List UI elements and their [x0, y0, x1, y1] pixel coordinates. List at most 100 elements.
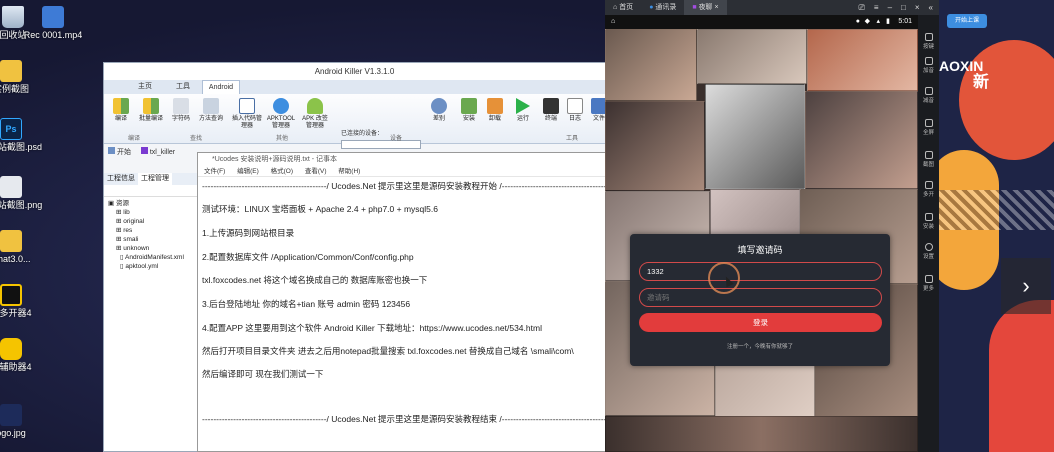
collapse-icon[interactable]: « [929, 3, 933, 13]
device-label: 已连接的设备： [341, 131, 384, 137]
tab-home[interactable]: 主页 [126, 80, 164, 94]
fullscreen-icon [924, 119, 933, 127]
desktop-icon-logo[interactable]: ogo.jpg [0, 404, 46, 439]
emulator-tab-bar: ⌂ 首页 ● 通讯录 ■ 夜聊 × ⎚ ≡ – □ × « [605, 0, 939, 15]
sidebar-volume-up-button[interactable]: 加音 [918, 57, 939, 74]
emulator-sidebar: 按键 加音 减音 全屏 截图 多开 安装 设置 更多 [918, 15, 939, 452]
insert-code-manager-button[interactable]: 插入代码管理器 [232, 98, 262, 130]
string-code-button[interactable]: 字符码 [166, 98, 196, 123]
method-query-button[interactable]: 方法查询 [196, 98, 226, 123]
keyboard-icon [924, 33, 933, 41]
tab-project-manage[interactable]: 工程管理 [138, 173, 172, 185]
button-label: 日志 [568, 116, 581, 122]
invite-code-dialog: 填写邀请码 登录 注册一个，今晚有你就够了 [630, 234, 890, 366]
tree-item-folder[interactable]: ⊞ smali [108, 235, 199, 244]
sidebar-screenshot-button[interactable]: 截图 [918, 151, 939, 168]
sidebar-more-button[interactable]: 更多 [918, 275, 939, 292]
invite-code-field[interactable] [639, 288, 882, 307]
gallery-photo[interactable] [605, 416, 918, 452]
minimize-icon[interactable]: – [888, 3, 892, 13]
notepad-title: *Ucodes 安装说明+源码说明.txt - 记事本 [198, 153, 605, 166]
gallery-photo[interactable] [705, 84, 805, 189]
apktool-manager-button[interactable]: APKTOOL管理器 [266, 98, 296, 130]
sidebar-volume-down-button[interactable]: 减音 [918, 87, 939, 104]
volume-up-icon [924, 57, 933, 65]
apk-sign-manager-button[interactable]: APK 改签管理器 [300, 98, 330, 130]
breadcrumb-home[interactable]: 开始 [117, 149, 131, 156]
badge[interactable]: 开始上课 [947, 14, 987, 28]
tree-item-file[interactable]: ▯ AndroidManifest.xml [108, 253, 199, 262]
gallery-photo[interactable] [605, 29, 697, 101]
batch-compile-button[interactable]: 批量编译 [136, 98, 166, 123]
sidebar-install-button[interactable]: 安装 [918, 213, 939, 230]
gallery-photo[interactable] [807, 29, 918, 91]
text-line: 然后编译即可 现在我们测试一下 [202, 369, 324, 379]
dialog-title: 填写邀请码 [737, 245, 783, 255]
code-icon [239, 98, 255, 114]
desktop-icon-folder[interactable]: 实例截图 [0, 60, 46, 95]
tab-android[interactable]: Android [202, 80, 240, 94]
invite-code-input[interactable] [639, 262, 882, 281]
button-label: 插入代码管理器 [232, 116, 263, 129]
menu-file[interactable]: 文件(F) [204, 168, 225, 175]
desktop-icon-label: Chat3.0... [0, 254, 31, 264]
device-select[interactable] [341, 140, 421, 149]
side-label: 加音 [922, 68, 934, 74]
uninstall-button[interactable]: 卸载 [480, 98, 510, 123]
sidebar-fullscreen-button[interactable]: 全屏 [918, 119, 939, 136]
next-arrow-button[interactable]: › [1001, 258, 1051, 314]
desktop-icon-folder-chat[interactable]: Chat3.0... [0, 230, 46, 265]
tab-tools[interactable]: 工具 [164, 80, 202, 94]
text-line: ----------------------------------------… [202, 181, 606, 191]
sidebar-keys-button[interactable]: 按键 [918, 33, 939, 50]
desktop-icon-png[interactable]: 系网站截图.png [0, 176, 46, 211]
tree-item-folder[interactable]: ⊞ lib [108, 208, 199, 217]
close-icon[interactable]: × [715, 4, 719, 11]
emulator-tab-app[interactable]: ■ 夜聊 × [684, 0, 727, 15]
sidebar-multi-button[interactable]: 多开 [918, 181, 939, 198]
tree-item-file[interactable]: ▯ apktool.yml [108, 262, 199, 271]
menu-help[interactable]: 帮助(H) [338, 168, 360, 175]
gamepad-icon[interactable]: ⎚ [859, 3, 865, 13]
file-button[interactable]: 文件 [584, 98, 605, 123]
gallery-photo[interactable] [605, 101, 705, 191]
tree-root[interactable]: ▣ 资源 [108, 199, 199, 208]
tab-project-info[interactable]: 工程信息 [104, 173, 138, 185]
run-button[interactable]: 运行 [508, 98, 538, 123]
menu-edit[interactable]: 编辑(E) [237, 168, 259, 175]
tree-item-folder[interactable]: ⊞ res [108, 226, 199, 235]
tree-label: unknown [123, 245, 150, 252]
gallery-photo[interactable] [805, 91, 918, 189]
login-button[interactable]: 登录 [639, 313, 882, 332]
chevron-right-icon: › [1022, 273, 1030, 298]
button-label: 字符码 [171, 116, 190, 122]
button-label: 安装 [462, 116, 475, 122]
desktop-icon-app-2[interactable]: 电辅助器4 [0, 338, 46, 373]
menu-icon[interactable]: ≡ [874, 3, 879, 13]
notepad-text-area[interactable]: ----------------------------------------… [198, 177, 606, 451]
diff-button[interactable]: 差别 [424, 98, 454, 123]
menu-view[interactable]: 查看(V) [305, 168, 327, 175]
desktop-icon-app-1[interactable]: 电多开器4 [0, 284, 46, 319]
tree-root-label: 资源 [115, 200, 129, 207]
search-icon [173, 98, 189, 114]
desktop-icon-label: 系网站截图.psd [0, 142, 42, 152]
tree-label: res [123, 227, 133, 234]
desktop-icon-video[interactable]: Rec 0001.mp4 [18, 6, 88, 41]
tree-item-folder[interactable]: ⊞ unknown [108, 244, 199, 253]
menu-format[interactable]: 格式(O) [271, 168, 293, 175]
close-window-icon[interactable]: × [915, 3, 920, 13]
sidebar-settings-button[interactable]: 设置 [918, 243, 939, 260]
desktop-icon-psd[interactable]: Ps 系网站截图.psd [0, 118, 46, 153]
brand-subtext: 新 [973, 74, 990, 91]
decorative-shape [989, 300, 1054, 452]
breadcrumb-project[interactable]: txl_killer [150, 149, 175, 156]
maximize-icon[interactable]: □ [901, 3, 906, 13]
video-file-icon [42, 6, 64, 28]
emulator-tab-home[interactable]: ⌂ 首页 [605, 0, 641, 15]
gallery-photo[interactable] [697, 29, 807, 84]
text-line: 4.配置APP 这里要用到这个软件 Android Killer 下载地址：ht… [202, 323, 542, 333]
compile-button[interactable]: 编译 [106, 98, 136, 123]
tree-item-folder[interactable]: ⊞ original [108, 217, 199, 226]
emulator-tab-contacts[interactable]: ● 通讯录 [641, 0, 684, 15]
